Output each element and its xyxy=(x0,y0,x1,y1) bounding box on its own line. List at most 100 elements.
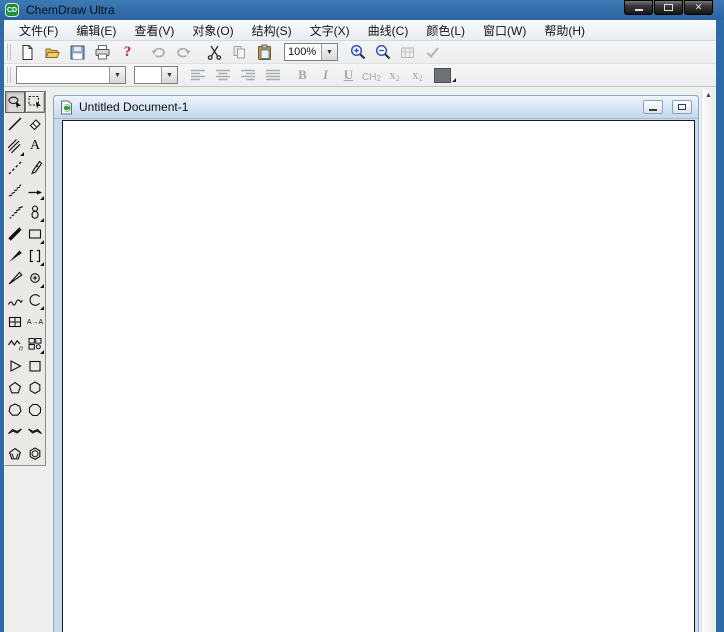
scroll-up-button[interactable]: ▲ xyxy=(702,89,715,102)
align-center-button[interactable] xyxy=(211,65,234,86)
dashed-bond-tool[interactable] xyxy=(5,157,25,179)
document-maximize-button[interactable] xyxy=(672,100,692,114)
bracket-tool[interactable] xyxy=(25,245,45,267)
bold-bond-tool[interactable] xyxy=(5,223,25,245)
cyclopentadiene-ring-tool[interactable] xyxy=(5,443,25,465)
new-document-button[interactable] xyxy=(16,42,39,63)
cyclopentane-ring-tool[interactable] xyxy=(5,377,25,399)
menu-item-curves[interactable]: 曲线(C) xyxy=(359,20,418,41)
benzene-ring-tool[interactable] xyxy=(25,443,45,465)
triangle-ring-icon xyxy=(10,360,22,372)
table-tool[interactable] xyxy=(5,311,25,333)
menu-item-structure[interactable]: 结构(S) xyxy=(243,20,301,41)
menu-item-edit[interactable]: 编辑(E) xyxy=(67,20,125,41)
hashed-bond-icon xyxy=(8,184,22,197)
bold-button[interactable]: B xyxy=(292,66,313,85)
menu-item-object[interactable]: 对象(O) xyxy=(183,20,242,41)
document-canvas[interactable] xyxy=(62,120,695,632)
toolbar-grip[interactable] xyxy=(6,67,11,83)
templates-tool[interactable] xyxy=(25,333,45,355)
chair-cyclohexane-2-tool[interactable] xyxy=(25,421,45,443)
eraser-tool[interactable] xyxy=(25,113,45,135)
font-size-dropdown-button[interactable]: ▼ xyxy=(161,67,177,83)
rectangle-tool[interactable] xyxy=(25,223,45,245)
formula-button[interactable]: CH 2 xyxy=(361,66,382,85)
subscript-button[interactable]: x2 xyxy=(384,66,405,85)
cyclobutane-ring-tool[interactable] xyxy=(25,355,45,377)
menu-item-view[interactable]: 查看(V) xyxy=(125,20,183,41)
orbital-tool[interactable] xyxy=(25,201,45,223)
color-swatch-button[interactable] xyxy=(434,67,456,83)
toolbar-grip[interactable] xyxy=(6,44,11,60)
menu-item-help[interactable]: 帮助(H) xyxy=(535,20,594,41)
text-tool[interactable]: A xyxy=(25,135,45,157)
zoom-in-button[interactable] xyxy=(346,42,369,63)
paste-button[interactable] xyxy=(253,42,276,63)
align-left-button[interactable] xyxy=(186,65,209,86)
chemical-symbol-tool[interactable] xyxy=(25,267,45,289)
menu-item-file[interactable]: 文件(F) xyxy=(10,20,67,41)
hollow-wedge-bond-tool[interactable] xyxy=(5,267,25,289)
polymer-repeat-tool[interactable]: n xyxy=(5,333,25,355)
menu-item-colors[interactable]: 颜色(L) xyxy=(417,20,474,41)
save-button[interactable] xyxy=(66,42,89,63)
document-title-bar[interactable]: Untitled Document-1 xyxy=(54,96,698,119)
menu-item-text[interactable]: 文字(X) xyxy=(301,20,359,41)
pen-tool[interactable] xyxy=(25,157,45,179)
vertical-scrollbar[interactable]: ▲ xyxy=(701,89,715,632)
superscript-sup: 2 xyxy=(418,73,423,83)
arc-tool[interactable] xyxy=(25,289,45,311)
periodic-table-button[interactable] xyxy=(396,42,419,63)
superscript-button[interactable]: x2 xyxy=(407,66,428,85)
solid-bond-tool[interactable] xyxy=(5,113,25,135)
print-button[interactable] xyxy=(91,42,114,63)
arrow-tool[interactable] xyxy=(25,179,45,201)
cycloheptane-ring-tool[interactable] xyxy=(5,399,25,421)
atom-to-atom-tool[interactable]: A→A xyxy=(25,311,45,333)
wedge-bond-tool[interactable] xyxy=(5,245,25,267)
check-structure-button[interactable] xyxy=(421,42,444,63)
underline-button[interactable]: U xyxy=(338,66,359,85)
checkmark-icon xyxy=(426,46,439,58)
document-minimize-button[interactable] xyxy=(643,100,663,114)
close-button[interactable]: ✕ xyxy=(684,0,713,15)
title-bar[interactable]: CD ChemDraw Ultra ✕ xyxy=(0,0,724,20)
align-justify-button[interactable] xyxy=(261,65,284,86)
redo-button[interactable] xyxy=(172,42,195,63)
eraser-icon xyxy=(29,119,41,131)
cut-button[interactable] xyxy=(203,42,226,63)
hashed-wedge-bond-tool[interactable] xyxy=(5,201,25,223)
align-right-button[interactable] xyxy=(236,65,259,86)
cyclopropane-ring-tool[interactable] xyxy=(5,355,25,377)
menu-item-window[interactable]: 窗口(W) xyxy=(474,20,535,41)
multiple-bond-tool[interactable] xyxy=(5,135,25,157)
wavy-bond-tool[interactable] xyxy=(5,289,25,311)
marquee-tool[interactable] xyxy=(25,91,45,113)
square-ring-icon xyxy=(29,360,41,372)
about-help-button[interactable]: ? xyxy=(116,42,139,63)
open-button[interactable] xyxy=(41,42,64,63)
cyclohexane-ring-tool[interactable] xyxy=(25,377,45,399)
zoom-dropdown-button[interactable]: ▼ xyxy=(321,44,337,60)
cyclooctane-ring-tool[interactable] xyxy=(25,399,45,421)
benzene-icon xyxy=(29,447,41,461)
zoom-combo[interactable]: 100% ▼ xyxy=(284,43,338,61)
font-combo[interactable]: ▼ xyxy=(16,66,126,84)
font-dropdown-button[interactable]: ▼ xyxy=(109,67,125,83)
font-size-combo[interactable]: ▼ xyxy=(134,66,178,84)
italic-button[interactable]: I xyxy=(315,66,336,85)
menu-bar: 文件(F) 编辑(E) 查看(V) 对象(O) 结构(S) 文字(X) 曲线(C… xyxy=(4,20,716,41)
maximize-button[interactable] xyxy=(654,0,683,15)
minimize-button[interactable] xyxy=(624,0,653,15)
solid-bond-icon xyxy=(8,117,22,131)
heptagon-ring-icon xyxy=(8,403,22,416)
copy-button[interactable] xyxy=(228,42,251,63)
text-toolbar: ▼ ▼ B I U CH 2 x 2 x 2 xyxy=(4,64,716,87)
zoom-out-button[interactable] xyxy=(371,42,394,63)
wavy-bond-icon xyxy=(8,299,23,306)
chair-cyclohexane-1-tool[interactable] xyxy=(5,421,25,443)
undo-button[interactable] xyxy=(147,42,170,63)
hashed-bond-tool[interactable] xyxy=(5,179,25,201)
lasso-tool[interactable] xyxy=(5,91,25,113)
print-icon xyxy=(95,44,110,59)
